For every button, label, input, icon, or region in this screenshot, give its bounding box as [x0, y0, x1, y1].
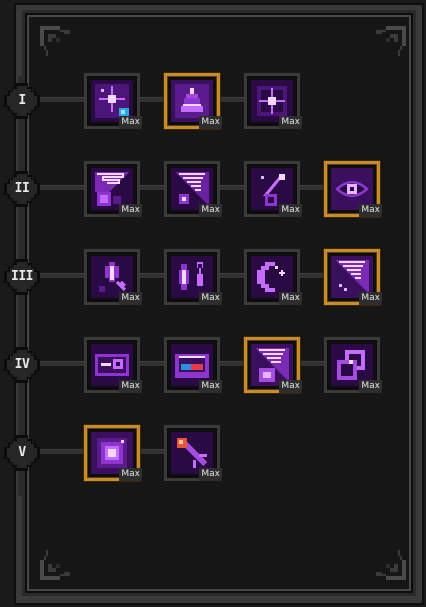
tier-numeral: III — [11, 269, 33, 284]
max-level-tag: Max — [119, 468, 142, 481]
tier-numeral: IV — [14, 357, 30, 372]
max-level-tag: Max — [199, 468, 222, 481]
tier-numeral: I — [18, 93, 26, 108]
max-level-tag: Max — [119, 292, 142, 305]
tier-numeral: II — [14, 181, 30, 196]
max-level-tag: Max — [119, 116, 142, 129]
max-level-tag: Max — [359, 380, 382, 393]
max-level-tag: Max — [279, 204, 302, 217]
skill-slot[interactable]: Max — [324, 249, 382, 305]
skill-slot[interactable]: Max — [164, 337, 222, 393]
max-level-tag: Max — [359, 292, 382, 305]
tier-row-1: I Max Max Max — [0, 73, 426, 133]
skill-slot[interactable]: Max — [84, 161, 142, 217]
skill-slot[interactable]: Max — [164, 161, 222, 217]
corner-ornament-top-right — [366, 22, 410, 66]
skill-slot[interactable]: Max — [84, 73, 142, 129]
tier-row-2: II Max Max Max Max — [0, 161, 426, 221]
max-level-tag: Max — [359, 204, 382, 217]
max-level-tag: Max — [119, 380, 142, 393]
skill-slot[interactable]: Max — [324, 161, 382, 217]
corner-ornament-bottom-left — [36, 540, 80, 584]
skill-slot[interactable]: Max — [84, 249, 142, 305]
max-level-tag: Max — [279, 292, 302, 305]
max-level-tag: Max — [199, 292, 222, 305]
skill-slot[interactable]: Max — [244, 161, 302, 217]
max-level-tag: Max — [199, 380, 222, 393]
tier-connector — [24, 97, 274, 102]
corner-ornament-bottom-right — [366, 540, 410, 584]
skill-slot[interactable]: Max — [244, 337, 302, 393]
tier-row-3: III Max Max Max Max — [0, 249, 426, 309]
max-level-tag: Max — [279, 380, 302, 393]
skill-slot[interactable]: Max — [164, 249, 222, 305]
corner-ornament-top-left — [36, 22, 80, 66]
skill-slot[interactable]: Max — [164, 425, 222, 481]
skill-slot[interactable]: Max — [84, 425, 142, 481]
skill-slot[interactable]: Max — [244, 249, 302, 305]
tier-row-4: IV Max Max Max Max — [0, 337, 426, 397]
max-level-tag: Max — [199, 204, 222, 217]
max-level-tag: Max — [119, 204, 142, 217]
skill-slot[interactable]: Max — [84, 337, 142, 393]
tier-row-5: V Max Max — [0, 425, 426, 485]
skill-slot[interactable]: Max — [324, 337, 382, 393]
skill-slot[interactable]: Max — [164, 73, 222, 129]
tier-numeral: V — [18, 445, 26, 460]
skill-slot[interactable]: Max — [244, 73, 302, 129]
max-level-tag: Max — [199, 116, 222, 129]
max-level-tag: Max — [279, 116, 302, 129]
